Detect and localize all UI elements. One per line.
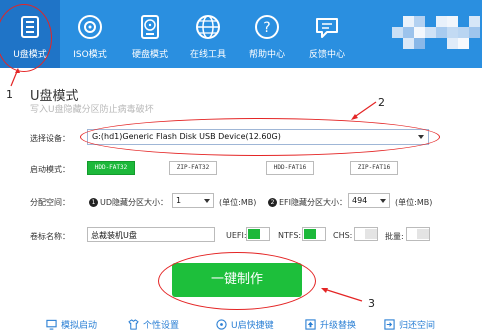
boot-option-zip-fat16[interactable]: ZIP-FAT16: [350, 161, 398, 175]
annotation-ellipse-2: [80, 118, 440, 156]
chevron-down-icon: [204, 199, 210, 203]
annotation-ellipse-3: [158, 252, 316, 310]
number-circle-icon: 1: [89, 198, 98, 207]
bottom-item-label: 归还空间: [399, 321, 436, 331]
bottom-simulate-boot[interactable]: 模拟启动: [46, 318, 97, 332]
volume-name-input[interactable]: 总裁装机U盘: [87, 227, 215, 242]
keyboard-icon: [216, 319, 227, 330]
blurred-logo: [392, 16, 480, 60]
volume-label: 卷标名称：: [30, 232, 70, 241]
volume-name-value: 总裁装机U盘: [91, 231, 137, 240]
bottom-item-label: U启快捷键: [231, 321, 274, 331]
bottom-item-label: 升级替换: [320, 321, 357, 331]
ud-size-select[interactable]: 1: [172, 193, 214, 208]
boot-option-zip-fat32[interactable]: ZIP-FAT32: [169, 161, 217, 175]
annotation-number-1: 1: [6, 88, 13, 101]
nav-tab-label: 帮助中心: [248, 50, 285, 60]
partition-label: 分配空间：: [30, 198, 70, 207]
efi-unit-label: (单位:MB): [395, 198, 433, 207]
annotation-arrow-2: [351, 101, 377, 120]
bottom-item-label: 个性设置: [143, 321, 180, 331]
chs-label: CHS:: [333, 231, 353, 240]
nav-tab-label: ISO模式: [73, 50, 107, 60]
ud-unit-label: (单位:MB): [219, 198, 257, 207]
nav-tab-label: 反馈中心: [308, 50, 345, 60]
bottom-personal-settings[interactable]: 个性设置: [128, 318, 179, 332]
bottom-upgrade-replace[interactable]: 升级替换: [305, 318, 356, 332]
ud-partition-label: 1 UD隐藏分区大小：: [89, 197, 168, 208]
upgrade-icon: [305, 319, 316, 330]
nav-tab-label: 硬盘模式: [131, 50, 168, 60]
shirt-icon: [128, 319, 139, 330]
nav-tab-online-tools[interactable]: 在线工具: [178, 0, 238, 68]
nav-tab-hdd-mode[interactable]: 硬盘模式: [120, 0, 180, 68]
nav-tab-iso-mode[interactable]: ISO模式: [60, 0, 120, 68]
hard-disk-icon: [141, 15, 159, 39]
batch-label: 批量:: [385, 232, 404, 241]
page-subtitle: 写入U盘隐藏分区防止病毒破坏: [30, 105, 154, 115]
annotation-number-3: 3: [368, 297, 375, 310]
batch-toggle[interactable]: [406, 227, 430, 241]
globe-icon: [196, 15, 220, 39]
toggle-knob: [365, 229, 377, 239]
monitor-icon: [46, 319, 57, 330]
toggle-knob: [417, 229, 429, 239]
nav-tab-feedback-center[interactable]: 反馈中心: [297, 0, 357, 68]
help-icon: ?: [255, 15, 279, 39]
device-label: 选择设备：: [30, 134, 70, 143]
toggle-knob: [248, 229, 260, 239]
nav-tab-label: 在线工具: [189, 50, 226, 60]
bottom-boot-hotkey[interactable]: U启快捷键: [216, 318, 274, 332]
ud-size-value: 1: [176, 196, 182, 205]
disc-icon: [78, 15, 102, 39]
feedback-icon: [316, 18, 338, 38]
ntfs-toggle[interactable]: [302, 227, 326, 241]
uefi-label: UEFI:: [226, 231, 247, 240]
restore-icon: [384, 319, 395, 330]
annotation-arrow-3: [321, 288, 363, 302]
efi-partition-label: 2 EFI隐藏分区大小：: [268, 197, 347, 208]
chs-toggle[interactable]: [354, 227, 378, 241]
efi-size-select[interactable]: 494: [348, 193, 390, 208]
boot-mode-label: 启动模式：: [30, 165, 70, 174]
toggle-knob: [304, 229, 316, 239]
ntfs-label: NTFS:: [278, 231, 302, 240]
uefi-toggle[interactable]: [246, 227, 270, 241]
top-navigation-bar: U盘模式 ISO模式 硬盘模式 在线工具 ? 帮助中心 反馈中心: [0, 0, 482, 68]
boot-option-hdd-fat32[interactable]: HDD-FAT32: [87, 161, 135, 175]
boot-option-hdd-fat16[interactable]: HDD-FAT16: [266, 161, 314, 175]
ud-partition-text: UD隐藏分区大小：: [100, 198, 169, 207]
chevron-down-icon: [380, 199, 386, 203]
nav-tab-help-center[interactable]: ? 帮助中心: [237, 0, 297, 68]
svg-text:?: ?: [263, 20, 270, 36]
bottom-item-label: 模拟启动: [61, 321, 98, 331]
efi-size-value: 494: [352, 196, 368, 205]
annotation-arrow-1: [10, 68, 20, 87]
efi-partition-text: EFI隐藏分区大小：: [279, 198, 348, 207]
number-circle-icon: 2: [268, 198, 277, 207]
bottom-restore-space[interactable]: 归还空间: [384, 318, 435, 332]
